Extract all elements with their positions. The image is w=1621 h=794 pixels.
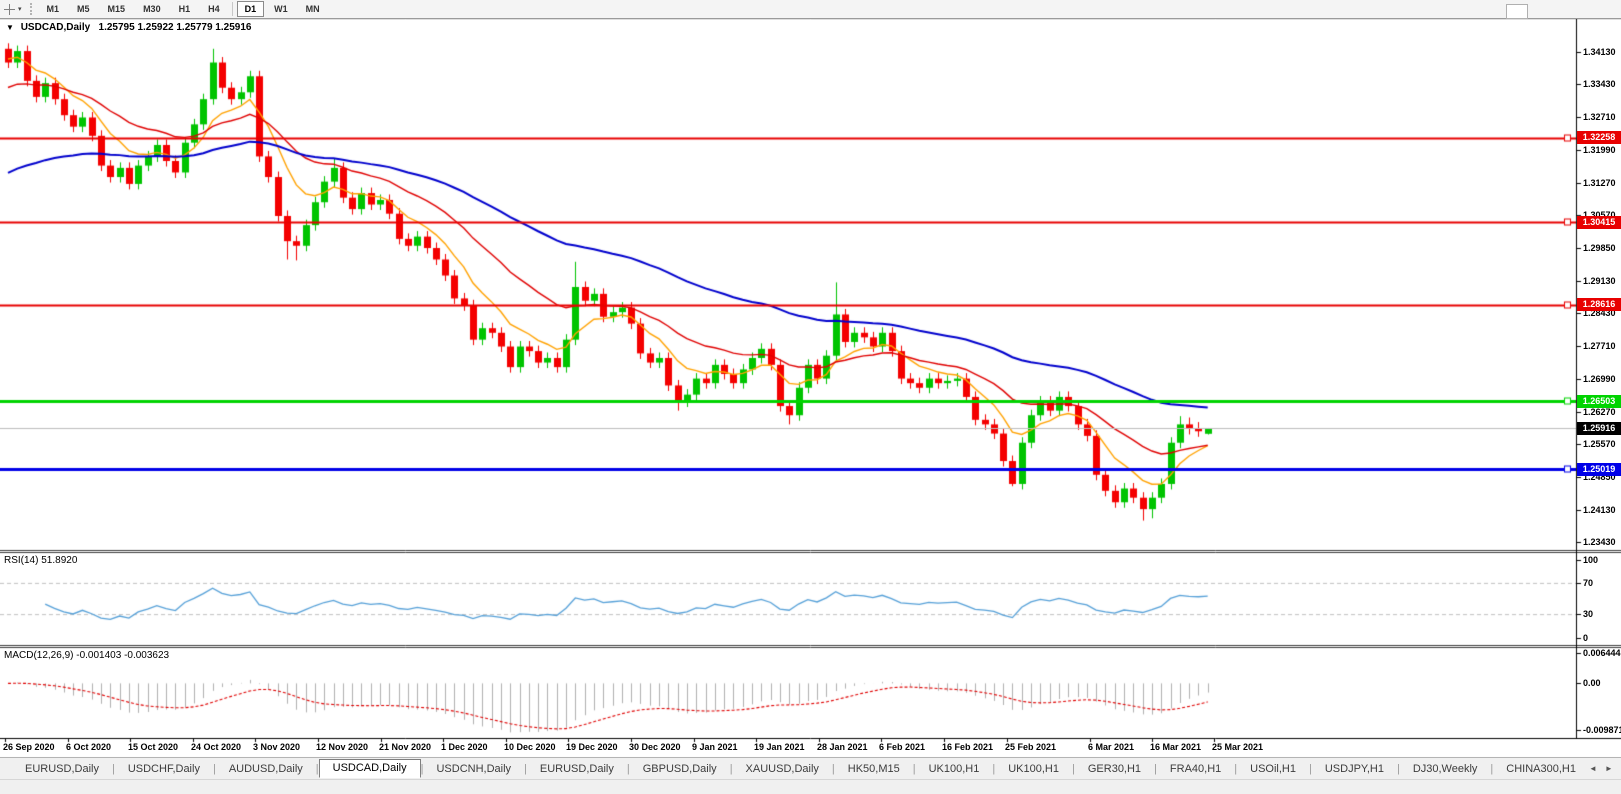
chart-ohlc-values: 1.25795 1.25922 1.25779 1.25916 [98,22,252,33]
symbol-dropdown-icon[interactable]: ▼ [6,23,14,32]
rsi-axis-label: 70 [1583,577,1594,588]
tab-eurusd-daily[interactable]: EURUSD,Daily [12,760,112,778]
price-axis-label: 1.27710 [1583,341,1616,352]
tab-usdcad-daily[interactable]: USDCAD,Daily [318,759,421,778]
tab-ger30-h1[interactable]: GER30,H1 [1075,760,1154,778]
timeframe-buttons: M1 M5 M15 M30 H1 H4 D1 W1 MN [38,1,329,17]
price-level-tag[interactable]: 1.25019 [1577,462,1621,476]
price-axis-label: 1.29130 [1583,276,1616,287]
timeframe-toolbar: ▾ M1 M5 M15 M30 H1 H4 D1 W1 MN [0,0,1621,19]
price-axis-label: 1.23430 [1583,537,1616,548]
date-label: 19 Dec 2020 [566,742,618,752]
price-axis-label: 1.26270 [1583,407,1616,418]
timeframe-button-MN[interactable]: MN [298,1,328,17]
crosshair-cursor-icon [4,3,15,15]
tab-usdjpy-h1[interactable]: USDJPY,H1 [1312,760,1397,778]
date-label: 25 Feb 2021 [1005,742,1057,752]
tab-fra40-h1[interactable]: FRA40,H1 [1157,760,1234,778]
date-label: 9 Jan 2021 [692,742,738,752]
tab-gbpusd-daily[interactable]: GBPUSD,Daily [630,760,730,778]
status-bar [0,779,1621,794]
date-label: 19 Jan 2021 [754,742,805,752]
date-label: 21 Nov 2020 [379,742,432,752]
tab-china300-h1[interactable]: CHINA300,H1 [1493,760,1589,778]
date-label: 28 Jan 2021 [817,742,868,752]
macd-indicator-label: MACD(12,26,9) -0.001403 -0.003623 [4,650,170,661]
price-axis-label: 1.31270 [1583,177,1616,188]
price-axis-label: 1.25570 [1583,439,1616,450]
timeframe-button-M1[interactable]: M1 [39,1,68,17]
price-level-tag[interactable]: 1.32258 [1577,131,1621,145]
date-label: 16 Mar 2021 [1150,742,1202,752]
current-price-tag: 1.25916 [1577,421,1621,435]
date-label: 25 Mar 2021 [1212,742,1264,752]
tab-uk100-h1[interactable]: UK100,H1 [995,760,1072,778]
tab-usoil-h1[interactable]: USOil,H1 [1237,760,1309,778]
date-label: 15 Oct 2020 [128,742,179,752]
timeframe-button-H4[interactable]: H4 [200,1,228,17]
price-axis-label: 1.29850 [1583,243,1616,254]
tab-eurusd-daily[interactable]: EURUSD,Daily [527,760,627,778]
tab-hk50-m15[interactable]: HK50,M15 [835,760,913,778]
timeframe-button-H1[interactable]: H1 [171,1,199,17]
date-label: 10 Dec 2020 [504,742,556,752]
timeframe-button-M15[interactable]: M15 [100,1,134,17]
date-label: 6 Feb 2021 [879,742,926,752]
tab-scroll-left-icon[interactable]: ◄ [1589,764,1597,773]
chart-tab-bar: EURUSD,Daily | USDCHF,Daily | AUDUSD,Daily | U… [0,757,1621,779]
timeframe-button-D1[interactable]: D1 [236,1,265,17]
date-label: 6 Oct 2020 [66,742,112,752]
tab-scroll-controls: ◄ ► [1589,764,1621,773]
price-chart-canvas[interactable] [0,0,1621,793]
timeframe-button-W1[interactable]: W1 [266,1,296,17]
date-label: 26 Sep 2020 [3,742,55,752]
tab-usdchf-daily[interactable]: USDCHF,Daily [115,760,213,778]
cursor-tool-button[interactable]: ▾ [4,3,22,15]
price-axis-label: 1.31990 [1583,145,1616,155]
macd-axis-label: 0.00 [1583,678,1601,689]
toolbar-overflow-button[interactable] [1506,4,1528,19]
tab-audusd-daily[interactable]: AUDUSD,Daily [216,760,316,778]
rsi-axis-label: 0 [1583,632,1589,643]
rsi-indicator-label: RSI(14) 51.8920 [4,555,78,566]
chart-symbol-label: USDCAD,Daily [20,22,91,33]
price-level-tag[interactable]: 1.26503 [1577,394,1621,408]
tab-scroll-right-icon[interactable]: ► [1605,764,1613,773]
chart-tabs: EURUSD,Daily | USDCHF,Daily | AUDUSD,Daily | U… [12,759,1589,778]
date-label: 24 Oct 2020 [191,742,242,752]
rsi-axis-label: 100 [1583,554,1599,565]
chart-title: ▼ USDCAD,Daily 1.25795 1.25922 1.25779 1… [6,22,251,33]
price-axis-label: 1.24130 [1583,505,1616,516]
rsi-axis-label: 30 [1583,609,1594,620]
date-label: 1 Dec 2020 [441,742,488,752]
date-label: 12 Nov 2020 [316,742,369,752]
timeframe-button-M30[interactable]: M30 [135,1,169,17]
chevron-down-icon[interactable]: ▾ [18,5,22,13]
price-level-tag[interactable]: 1.28616 [1577,298,1621,312]
toolbar-grip-handle[interactable] [29,3,32,15]
tab-uk100-h1[interactable]: UK100,H1 [916,760,993,778]
date-label: 3 Nov 2020 [253,742,301,752]
tab-usdcnh-daily[interactable]: USDCNH,Daily [423,760,524,778]
price-axis-label: 1.26990 [1583,374,1616,385]
price-axis-label: 1.34130 [1583,46,1616,57]
tab-dj30-weekly[interactable]: DJ30,Weekly [1400,760,1491,778]
price-level-tag[interactable]: 1.30415 [1577,215,1621,229]
macd-axis-label: 0.006444 [1583,648,1621,658]
toolbar-separator [231,2,233,16]
price-axis-label: 1.32710 [1583,112,1616,123]
tab-xauusd-daily[interactable]: XAUUSD,Daily [733,760,832,778]
date-label: 16 Feb 2021 [942,742,994,752]
timeframe-button-M5[interactable]: M5 [69,1,98,17]
mt4-window: { "icons": { "symbol_marker": "▼", "tool… [0,0,1621,794]
date-label: 6 Mar 2021 [1088,742,1135,752]
macd-axis-label: -0.009871 [1583,725,1621,735]
price-axis-label: 1.33430 [1583,79,1616,90]
date-label: 30 Dec 2020 [629,742,681,752]
